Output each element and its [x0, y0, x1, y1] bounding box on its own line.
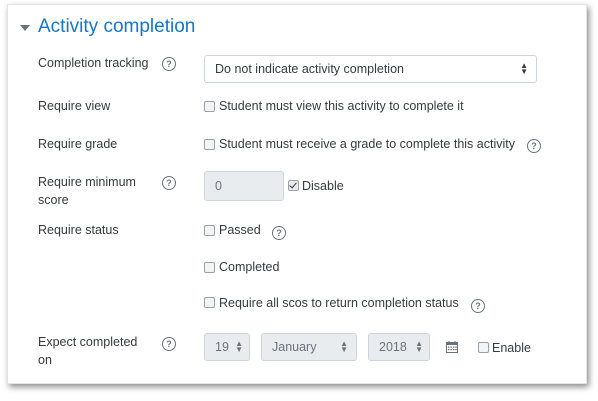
require-grade-checkbox-label: Student must receive a grade to complete… — [219, 137, 515, 151]
require-min-score-label-1: Require minimum — [38, 175, 136, 189]
require-status-label: Require status — [38, 223, 119, 237]
all-scos-checkbox[interactable] — [204, 297, 215, 308]
require-min-score-label-2: score — [38, 193, 69, 207]
help-icon[interactable]: ? — [162, 57, 176, 71]
month-select[interactable]: January ▲ ▼ — [261, 333, 357, 361]
day-select[interactable]: 19 ▲ ▼ — [204, 333, 250, 361]
completion-tracking-value: Do not indicate activity completion — [215, 62, 404, 76]
expect-completed-label-1: Expect completed — [38, 335, 138, 349]
help-icon[interactable]: ? — [272, 226, 286, 240]
section-title: Activity completion — [38, 16, 196, 37]
min-score-value: 0 — [215, 179, 222, 193]
year-value: 2018 — [379, 340, 407, 354]
help-icon[interactable]: ? — [471, 299, 485, 313]
enable-date-label: Enable — [492, 341, 531, 355]
expect-completed-label-2: on — [38, 353, 52, 367]
require-grade-checkbox[interactable] — [204, 139, 215, 150]
select-arrows-icon: ▲ ▼ — [520, 61, 528, 76]
completion-tracking-label: Completion tracking — [38, 56, 149, 70]
help-icon[interactable]: ? — [162, 337, 176, 351]
passed-label: Passed — [219, 223, 261, 237]
min-score-input[interactable]: 0 — [204, 171, 284, 201]
require-view-label: Require view — [38, 99, 111, 113]
completed-label: Completed — [219, 260, 280, 274]
help-icon[interactable]: ? — [162, 176, 176, 190]
select-arrows-icon: ▲ ▼ — [235, 339, 243, 354]
month-value: January — [272, 340, 317, 354]
require-view-checkbox-label: Student must view this activity to compl… — [219, 99, 464, 113]
completion-tracking-select[interactable]: Do not indicate activity completion ▲ ▼ — [204, 55, 537, 83]
disable-min-score-checkbox[interactable] — [288, 180, 299, 191]
help-icon[interactable]: ? — [527, 139, 541, 153]
section-toggle[interactable]: Activity completion — [20, 15, 195, 39]
year-select[interactable]: 2018 ▲ ▼ — [368, 333, 430, 361]
require-view-checkbox[interactable] — [204, 101, 215, 112]
caret-down-icon — [20, 24, 30, 31]
select-arrows-icon: ▲ ▼ — [415, 339, 423, 354]
completed-checkbox[interactable] — [204, 262, 215, 273]
require-grade-label: Require grade — [38, 137, 118, 151]
passed-checkbox[interactable] — [204, 225, 215, 236]
select-arrows-icon: ▲ ▼ — [340, 339, 348, 354]
all-scos-label: Require all scos to return completion st… — [219, 296, 459, 310]
enable-date-checkbox[interactable] — [478, 342, 489, 353]
disable-min-score-label: Disable — [302, 179, 344, 193]
activity-completion-panel: Activity completion Completion tracking … — [7, 4, 587, 384]
day-value: 19 — [215, 340, 229, 354]
calendar-icon[interactable] — [446, 341, 458, 353]
